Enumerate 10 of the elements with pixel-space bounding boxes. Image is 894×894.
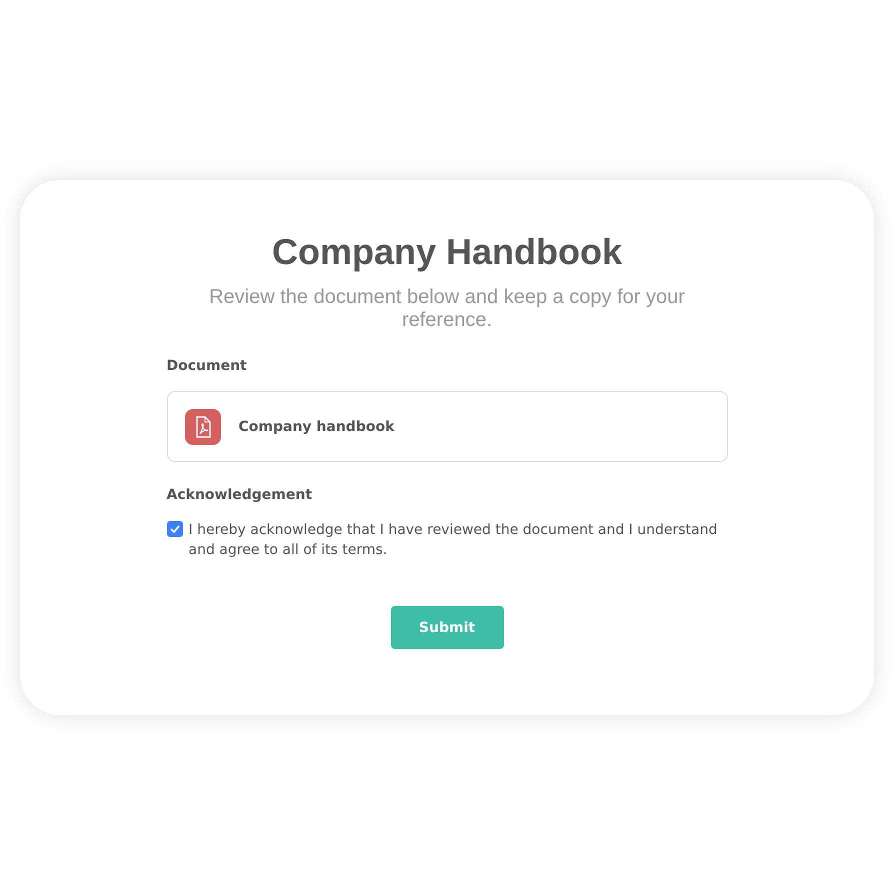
pdf-file-icon (184, 408, 220, 444)
section-label: Acknowledgement (166, 486, 314, 505)
check-icon (170, 525, 180, 533)
acknowledgement-text: I hereby acknowledge that I have reviewed the document and I understand and agree to all of its terms. (188, 521, 718, 560)
document-attachment[interactable]: Company handbook (166, 391, 728, 462)
page-title: Company Handbook (272, 230, 622, 274)
section-label: Document (166, 357, 248, 376)
checkbox[interactable] (166, 521, 182, 537)
file-name: Company handbook (238, 418, 394, 434)
page-subtitle: Review the document below and keep a copy for your reference. (208, 286, 686, 332)
